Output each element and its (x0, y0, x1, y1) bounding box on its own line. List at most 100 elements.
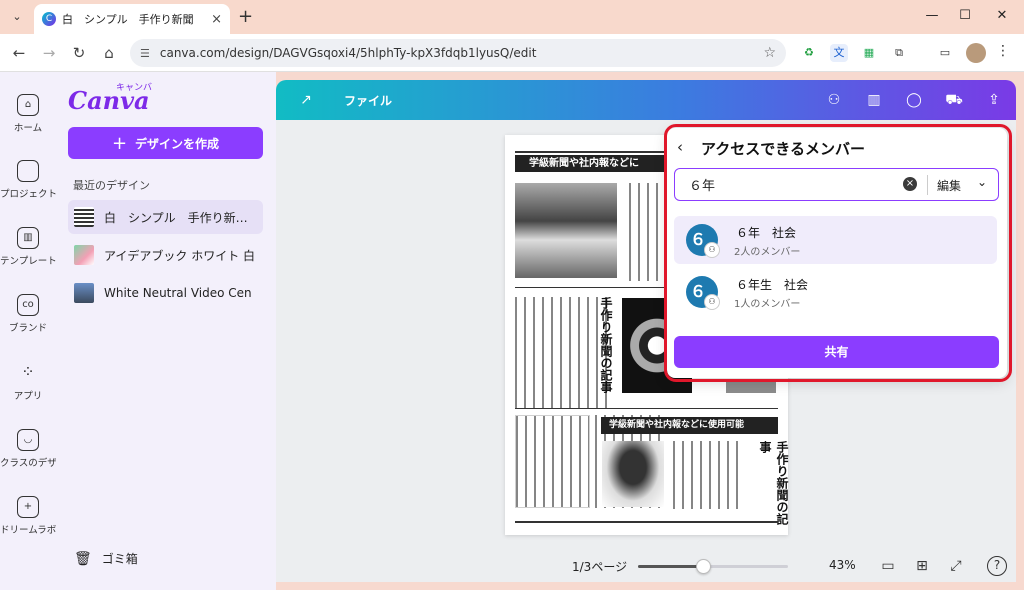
address-bar[interactable]: ☰ canva.com/design/DAGVGsqoxi4/5hlphTy-k… (130, 39, 786, 67)
search-result-item[interactable]: ６ ⚇ ６年 社会 2人のメンバー (674, 216, 997, 264)
browser-menu-icon[interactable]: ⋮ (996, 43, 1010, 59)
recent-design-label: White Neutral Video Cen (104, 286, 252, 300)
canva-left-rail: ⌂ ホーム プロジェクト ▥ テンプレート co ブランド ⁘ アプリ ◡ クラ… (0, 72, 56, 590)
help-icon[interactable]: ? (987, 556, 1007, 576)
design-thumbnail (74, 207, 94, 227)
tab-search-chevron-icon[interactable]: ⌄ (6, 6, 28, 28)
photo-forest-road (515, 183, 617, 278)
rail-label: クラスのデザイン (0, 458, 56, 469)
canva-favicon-icon: C (42, 12, 56, 26)
group-name: ６年 社会 (736, 226, 797, 240)
search-result-item[interactable]: ６ ⚇ ６年生 社会 1人のメンバー (674, 268, 997, 316)
browser-toolbar: ← → ↻ ⌂ ☰ canva.com/design/DAGVGsqoxi4/5… (0, 34, 1024, 72)
open-external-icon[interactable]: ↗ (296, 90, 316, 110)
vertical-text-block (673, 441, 743, 509)
zoom-slider[interactable] (638, 559, 788, 574)
dream-lab-icon: + (17, 496, 39, 518)
grid-view-icon[interactable]: ⊞ (912, 556, 932, 576)
browser-tab-bar: ⌄ C 白 シンプル 手作り新聞 A4文 × + — ☐ ✕ (0, 0, 1024, 34)
folder-icon (17, 160, 39, 182)
back-chevron-icon[interactable]: ‹ (677, 138, 683, 156)
extensions-puzzle-icon[interactable]: ⧉ (890, 44, 908, 62)
extension-grid-icon[interactable]: ▦ (860, 44, 878, 62)
analytics-icon[interactable]: ▥ (864, 90, 884, 110)
recent-design-item[interactable]: White Neutral Video Cen (68, 276, 263, 310)
browser-tab[interactable]: C 白 シンプル 手作り新聞 A4文 × (34, 4, 230, 34)
editor-footer: 1/3ページ 43% ▭ ⊞ ⤢ ? (276, 550, 1016, 582)
rail-item-brand[interactable]: co ブランド (0, 294, 56, 334)
cast-icon[interactable]: ▭ (936, 44, 954, 62)
rail-label: ドリームラボ (0, 525, 56, 536)
page-count[interactable]: 1/3ページ (572, 558, 627, 575)
forward-icon[interactable]: → (38, 42, 60, 64)
new-tab-icon[interactable]: + (238, 6, 253, 27)
print-delivery-icon[interactable]: ⛟ (944, 90, 964, 110)
rail-item-home[interactable]: ⌂ ホーム (0, 94, 56, 134)
site-info-icon[interactable]: ☰ (140, 47, 150, 60)
gray-box (726, 380, 776, 393)
rail-label: テンプレート (0, 256, 56, 267)
apps-icon: ⁘ (21, 362, 35, 381)
divider (927, 175, 928, 195)
headline-mid: 学級新聞や社内報などに使用可能 (601, 417, 778, 434)
rail-item-dream-lab[interactable]: + ドリームラボ (0, 496, 56, 536)
rail-label: アプリ (13, 391, 43, 402)
create-design-label: デザインを作成 (135, 136, 220, 151)
file-menu[interactable]: ファイル (344, 92, 392, 109)
brand-icon: co (17, 294, 39, 316)
profile-avatar[interactable] (966, 43, 986, 63)
reload-icon[interactable]: ↻ (68, 42, 90, 64)
zoom-slider-knob[interactable] (695, 559, 711, 574)
popover-title: アクセスできるメンバー (701, 140, 865, 158)
bookmark-star-icon[interactable]: ☆ (763, 45, 776, 61)
url-text: canva.com/design/DAGVGsqoxi4/5hlphTy-kpX… (159, 46, 537, 60)
design-thumbnail (74, 245, 94, 265)
home-icon: ⌂ (17, 94, 39, 116)
plus-icon: + (111, 132, 128, 154)
rail-item-class-designs[interactable]: ◡ クラスのデザイン (0, 429, 56, 469)
article-title: 手作り新聞の記事 (599, 297, 613, 393)
vertical-text-block (515, 297, 610, 409)
zoom-slider-fill (638, 565, 703, 568)
page-view-icon[interactable]: ▭ (878, 556, 898, 576)
rule (515, 521, 778, 523)
group-badge-icon: ⚇ (704, 242, 720, 258)
translate-icon[interactable]: 文 (830, 44, 848, 62)
people-icon[interactable]: ⚇ (824, 90, 844, 110)
rail-label: ブランド (8, 323, 47, 334)
trash-button[interactable]: 🗑 ゴミ箱 (74, 550, 138, 567)
rail-item-templates[interactable]: ▥ テンプレート (0, 227, 56, 267)
vertical-text-block (515, 415, 590, 508)
minimize-icon[interactable]: — (922, 6, 942, 26)
recent-design-item[interactable]: アイデアブック ホワイト 白 (68, 238, 263, 272)
rail-item-projects[interactable]: プロジェクト (0, 160, 56, 200)
trash-label: ゴミ箱 (101, 552, 138, 566)
share-button[interactable]: 共有 (674, 336, 999, 368)
permission-dropdown[interactable]: 編集 (937, 177, 961, 194)
create-design-button[interactable]: + デザインを作成 (68, 127, 263, 159)
group-member-count: 1人のメンバー (734, 299, 801, 310)
recent-design-item[interactable]: 白 シンプル 手作り新聞 A4文 (68, 200, 263, 234)
chevron-down-icon[interactable]: ⌄ (977, 175, 987, 189)
back-icon[interactable]: ← (8, 42, 30, 64)
home-icon[interactable]: ⌂ (98, 42, 120, 64)
share-upload-icon[interactable]: ⇪ (984, 90, 1004, 110)
window-close-icon[interactable]: ✕ (992, 6, 1012, 26)
editor-header: ↗ ファイル ⚇ ▥ ◯ ⛟ ⇪ (276, 80, 1016, 120)
extension-recycle-icon[interactable]: ♻ (800, 44, 818, 62)
member-search-input[interactable]: ６年 × 編集 ⌄ (674, 168, 999, 201)
clear-search-icon[interactable]: × (903, 177, 917, 191)
recent-designs-heading: 最近のデザイン (73, 179, 150, 192)
maximize-icon[interactable]: ☐ (955, 6, 975, 26)
rail-item-apps[interactable]: ⁘ アプリ (0, 362, 56, 402)
recent-design-label: アイデアブック ホワイト 白 (104, 248, 256, 263)
comment-icon[interactable]: ◯ (904, 90, 924, 110)
design-thumbnail (74, 283, 94, 303)
trash-icon: 🗑 (74, 550, 92, 567)
recent-designs-list: 白 シンプル 手作り新聞 A4文 アイデアブック ホワイト 白 White Ne… (68, 200, 263, 314)
fullscreen-icon[interactable]: ⤢ (946, 556, 966, 576)
share-popover: ‹ アクセスできるメンバー ６年 × 編集 ⌄ ６ ⚇ ６年 社会 2人のメンバ… (667, 128, 1007, 378)
tab-close-icon[interactable]: × (211, 12, 222, 27)
recent-design-label: 白 シンプル 手作り新聞 A4文 (104, 210, 257, 225)
zoom-level[interactable]: 43% (829, 558, 856, 572)
